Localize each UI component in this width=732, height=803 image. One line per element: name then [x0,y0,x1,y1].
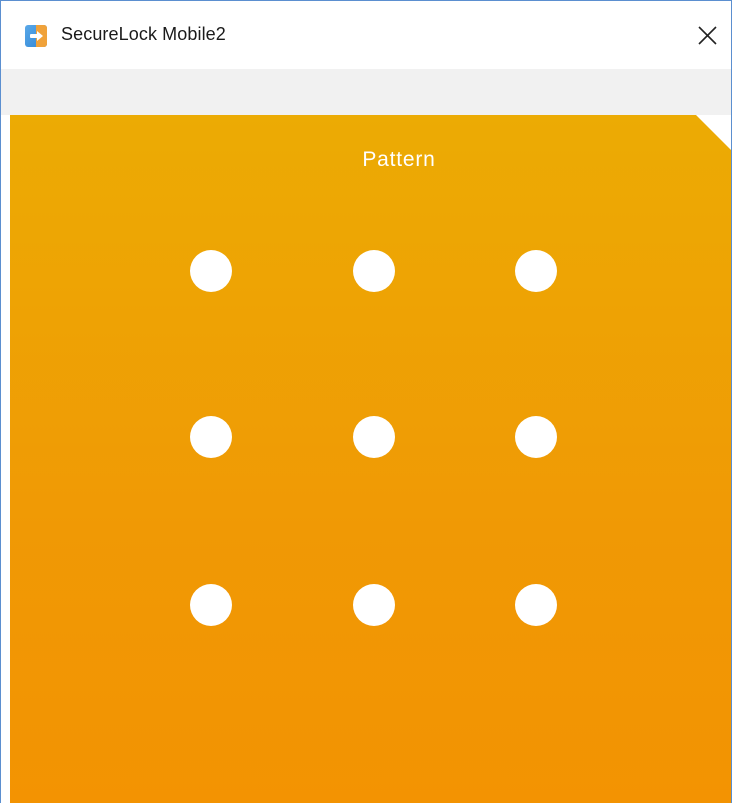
window-title: SecureLock Mobile2 [61,24,226,44]
pattern-dot-1[interactable] [190,250,232,292]
pattern-dot-7[interactable] [190,584,232,626]
pattern-dot-5[interactable] [353,416,395,458]
pattern-dot-4[interactable] [190,416,232,458]
securelock-app-icon [25,25,47,47]
close-icon [698,26,717,45]
pattern-dot-9[interactable] [515,584,557,626]
pattern-dot-2[interactable] [353,250,395,292]
pattern-title: Pattern [362,148,436,171]
close-button[interactable] [685,1,731,69]
pattern-dot-8[interactable] [353,584,395,626]
pattern-dot-6[interactable] [515,416,557,458]
header-spacer [1,69,731,115]
pattern-dot-3[interactable] [515,250,557,292]
pattern-panel: Pattern [10,115,731,803]
app-window: SecureLock Mobile2 Pattern [0,0,732,803]
title-bar: SecureLock Mobile2 [1,1,731,69]
